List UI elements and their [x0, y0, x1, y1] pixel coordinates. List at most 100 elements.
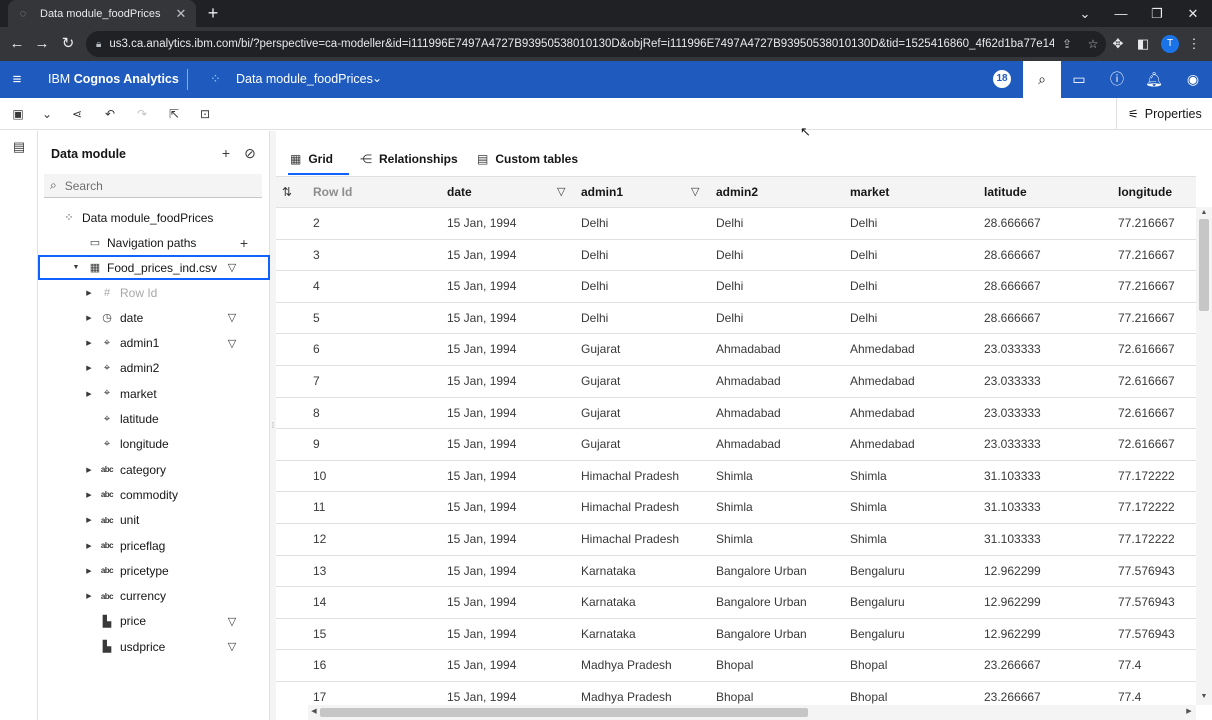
tree-item-table[interactable]: ▼ ▦ Food_prices_ind.csv ▽ [38, 255, 270, 280]
save-menu-chevron-icon[interactable]: ⌄ [37, 105, 57, 123]
table-row[interactable]: 13 15 Jan, 1994 Karnataka Bangalore Urban Be… [276, 556, 1196, 588]
save-icon[interactable]: ▣ [8, 105, 28, 123]
share-icon[interactable]: ⋖ [67, 105, 87, 123]
collapsed-triangle-icon[interactable]: ▶ [84, 466, 94, 474]
collapsed-triangle-icon[interactable]: ▶ [84, 516, 94, 524]
collapsed-triangle-icon[interactable]: ▶ [84, 592, 94, 600]
properties-button[interactable]: ⚟ Properties [1116, 98, 1212, 129]
filter-icon[interactable]: ▽ [226, 615, 238, 628]
chevron-down-icon[interactable]: ⌄ [372, 71, 382, 85]
tab-relationships[interactable]: ⋲ Relationships [360, 145, 458, 173]
add-icon[interactable]: + [218, 145, 234, 161]
new-tab-icon[interactable]: + [204, 4, 222, 22]
add-navigation-path-icon[interactable]: + [238, 235, 250, 251]
vertical-scrollbar[interactable]: ▲ ▼ [1196, 207, 1212, 705]
forward-arrow-icon[interactable]: → [30, 32, 54, 56]
close-window-icon[interactable]: ✕ [1175, 0, 1211, 27]
table-row[interactable]: 17 15 Jan, 1994 Madhya Pradesh Bhopal Bhopal… [276, 682, 1196, 706]
search-icon[interactable]: ⌕ [1023, 61, 1061, 98]
scroll-left-icon[interactable]: ◀ [309, 707, 319, 715]
column-header[interactable]: market [850, 177, 889, 208]
open-external-icon[interactable]: ⇱ [164, 105, 184, 123]
chat-icon[interactable]: ▭ [1060, 61, 1098, 98]
table-row[interactable]: 5 15 Jan, 1994 Delhi Delhi Delhi 28.666667 77.… [276, 303, 1196, 335]
scroll-right-icon[interactable]: ▶ [1184, 707, 1194, 715]
collapsed-triangle-icon[interactable]: ▶ [84, 542, 94, 550]
table-row[interactable]: 3 15 Jan, 1994 Delhi Delhi Delhi 28.666667 77.… [276, 240, 1196, 272]
extensions-icon[interactable]: ✥ [1106, 32, 1130, 56]
sources-panel-icon[interactable]: ▤ [10, 139, 28, 157]
tab-grid[interactable]: ▦ Grid [287, 145, 350, 175]
tree-item-field[interactable]: ⌖ latitude [38, 407, 270, 432]
tree-root[interactable]: ⁘ Data module_foodPrices [38, 205, 270, 230]
notification-count-badge[interactable]: 18 [993, 70, 1011, 88]
share-icon[interactable]: ⇪ [1054, 37, 1080, 51]
notifications-bell-icon[interactable]: 🔔︎ [1135, 61, 1173, 98]
module-name[interactable]: Data module_foodPrices [236, 72, 373, 86]
side-panel-icon[interactable]: ◧ [1131, 32, 1155, 56]
relink-icon[interactable]: ⊘ [242, 145, 258, 161]
tree-item-field[interactable]: ▶ abc unit [38, 508, 270, 533]
browser-tab[interactable]: ◌ Data module_foodPrices ✕ [8, 0, 196, 27]
collapsed-triangle-icon[interactable]: ▶ [84, 339, 94, 347]
restore-icon[interactable]: ❐ [1139, 0, 1175, 27]
table-row[interactable]: 4 15 Jan, 1994 Delhi Delhi Delhi 28.666667 77.… [276, 271, 1196, 303]
table-row[interactable]: 12 15 Jan, 1994 Himachal Pradesh Shimla Shim… [276, 524, 1196, 556]
tree-item-field[interactable]: ▶ ⌖ admin1 ▽ [38, 331, 270, 356]
table-row[interactable]: 2 15 Jan, 1994 Delhi Delhi Delhi 28.666667 77.… [276, 208, 1196, 240]
user-icon[interactable]: ◉ [1174, 61, 1212, 98]
close-tab-icon[interactable]: ✕ [174, 6, 188, 22]
tree-item-field[interactable]: ▶ abc priceflag [38, 533, 270, 558]
table-row[interactable]: 14 15 Jan, 1994 Karnataka Bangalore Urban Be… [276, 587, 1196, 619]
tree-item-field[interactable]: ⌖ longitude [38, 432, 270, 457]
help-icon[interactable]: ⓘ [1098, 61, 1136, 98]
validate-icon[interactable]: ⊡ [195, 105, 215, 123]
horizontal-scrollbar[interactable]: ◀ ▶ [308, 705, 1196, 720]
column-header[interactable]: Row Id [313, 177, 352, 208]
filter-icon[interactable]: ▽ [226, 311, 238, 324]
sort-icon[interactable]: ⇅ [282, 177, 292, 208]
tree-item-field[interactable]: ▶ abc currency [38, 584, 270, 609]
column-filter-icon[interactable]: ▽ [557, 177, 565, 208]
table-row[interactable]: 10 15 Jan, 1994 Himachal Pradesh Shimla Shim… [276, 461, 1196, 493]
minimize-icon[interactable]: — [1103, 0, 1139, 27]
collapsed-triangle-icon[interactable]: ▶ [84, 390, 94, 398]
collapsed-triangle-icon[interactable]: ▶ [84, 314, 94, 322]
table-row[interactable]: 6 15 Jan, 1994 Gujarat Ahmadabad Ahmedabad 23… [276, 334, 1196, 366]
column-header[interactable]: longitude [1118, 177, 1172, 208]
column-filter-icon[interactable]: ▽ [691, 177, 699, 208]
table-row[interactable]: 9 15 Jan, 1994 Gujarat Ahmadabad Ahmedabad 23… [276, 429, 1196, 461]
tree-item-field[interactable]: ▶ ⌖ admin2 [38, 356, 270, 381]
column-header[interactable]: date [447, 177, 472, 208]
collapsed-triangle-icon[interactable]: ▶ [84, 364, 94, 372]
column-header[interactable]: admin1 [581, 177, 623, 208]
profile-avatar[interactable]: T [1161, 35, 1179, 53]
tree-item-field[interactable]: ▶ abc pricetype [38, 558, 270, 583]
tree-item-field[interactable]: ▶ ◷ date ▽ [38, 305, 270, 330]
collapsed-triangle-icon[interactable]: ▶ [84, 567, 94, 575]
tab-search-chevron-icon[interactable]: ⌄ [1067, 0, 1103, 27]
table-row[interactable]: 7 15 Jan, 1994 Gujarat Ahmadabad Ahmedabad 23… [276, 366, 1196, 398]
hamburger-menu-icon[interactable]: ≡ [6, 69, 28, 91]
tree-item-field[interactable]: ▶ ⌖ market [38, 381, 270, 406]
browser-menu-icon[interactable]: ⋮ [1182, 32, 1206, 56]
column-header[interactable]: latitude [984, 177, 1027, 208]
tree-item-field[interactable]: ▙ usdprice ▽ [38, 634, 270, 659]
filter-icon[interactable]: ▽ [226, 337, 238, 350]
collapsed-triangle-icon[interactable]: ▶ [84, 289, 94, 297]
tree-item-navigation-paths[interactable]: ▭ Navigation paths + [38, 230, 270, 255]
table-row[interactable]: 8 15 Jan, 1994 Gujarat Ahmadabad Ahmedabad 23… [276, 398, 1196, 430]
tree-item-field[interactable]: ▶ abc commodity [38, 482, 270, 507]
vertical-scroll-thumb[interactable] [1199, 219, 1209, 311]
address-bar[interactable]: 🔒︎ us3.ca.analytics.ibm.com/bi/?perspect… [86, 31, 1106, 57]
column-header[interactable]: admin2 [716, 177, 758, 208]
table-row[interactable]: 16 15 Jan, 1994 Madhya Pradesh Bhopal Bhopal… [276, 650, 1196, 682]
expanded-triangle-icon[interactable]: ▼ [71, 264, 81, 271]
filter-icon[interactable]: ▽ [226, 261, 238, 274]
tree-item-field[interactable]: ▶ abc category [38, 457, 270, 482]
tree-item-field[interactable]: ▶ # Row Id [38, 280, 270, 305]
horizontal-scroll-thumb[interactable] [320, 708, 808, 717]
table-row[interactable]: 15 15 Jan, 1994 Karnataka Bangalore Urban Be… [276, 619, 1196, 651]
undo-icon[interactable]: ↶ [100, 105, 120, 123]
table-row[interactable]: 11 15 Jan, 1994 Himachal Pradesh Shimla Shim… [276, 492, 1196, 524]
